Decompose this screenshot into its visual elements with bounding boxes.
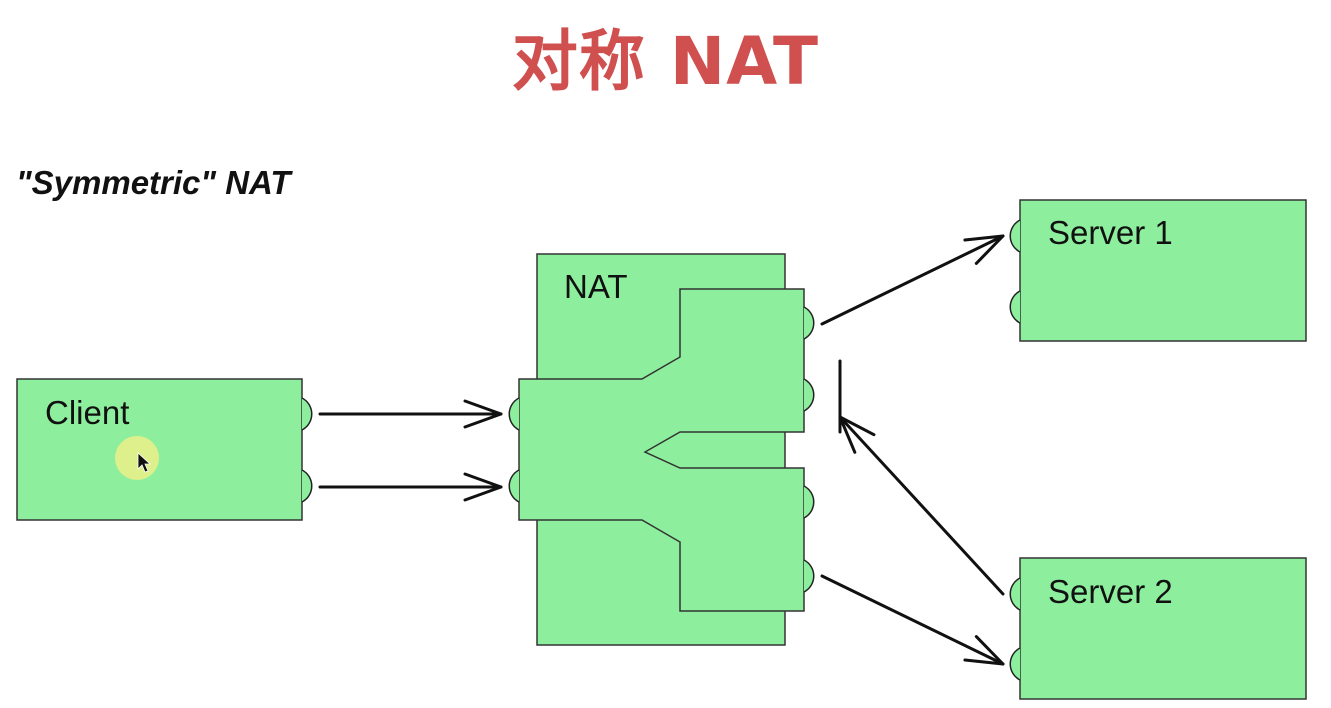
nat-outer-port-4 <box>803 559 815 593</box>
server2-to-nat-blocked-arrow <box>838 415 1005 596</box>
nat-inner-port-2 <box>508 469 520 503</box>
nat-to-server2-arrow <box>820 574 1005 666</box>
nat-to-server1-arrow <box>820 234 1005 326</box>
server2-port-1 <box>1009 577 1021 611</box>
client-port-2 <box>301 469 313 503</box>
nat-inner-port-1 <box>508 397 520 431</box>
server1-port-1 <box>1009 219 1021 253</box>
client-label: Client <box>45 394 129 431</box>
nat-outer-port-1 <box>803 306 815 340</box>
client-node: Client <box>16 378 313 521</box>
server1-label: Server 1 <box>1048 214 1173 251</box>
nat-diagram: Client NAT Server 1 Server 2 <box>16 199 1307 700</box>
server1-port-2 <box>1009 290 1021 324</box>
mouse-pointer-icon <box>115 436 159 480</box>
client-port-1 <box>301 397 313 431</box>
nat-outer-port-2 <box>803 378 815 412</box>
nat-label: NAT <box>564 268 628 305</box>
nat-outer-port-3 <box>803 485 815 519</box>
server2-node: Server 2 <box>1009 557 1307 700</box>
server2-port-2 <box>1009 647 1021 681</box>
server1-node: Server 1 <box>1009 199 1307 342</box>
server2-label: Server 2 <box>1048 573 1173 610</box>
nat-node: NAT <box>508 253 815 646</box>
